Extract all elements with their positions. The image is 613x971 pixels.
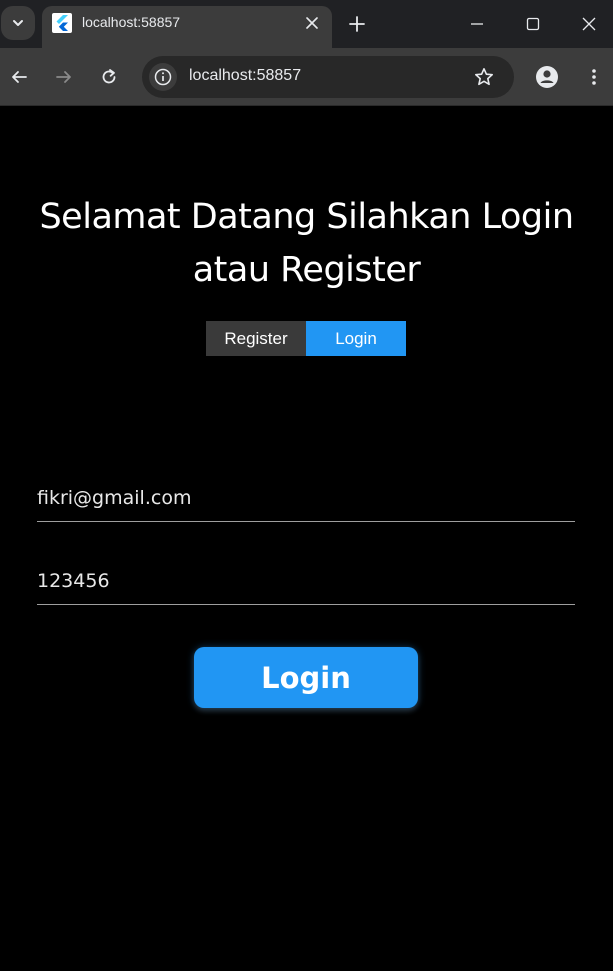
tab-strip: localhost:58857 [0,0,613,48]
browser-tab[interactable]: localhost:58857 [42,6,332,48]
tab-search-button[interactable] [1,6,35,40]
arrow-right-icon [55,68,73,86]
new-tab-button[interactable] [343,10,371,38]
password-field-container [37,563,575,605]
login-page: Selamat Datang Silahkan Login atau Regis… [0,107,613,971]
more-vertical-icon [591,68,597,86]
password-field[interactable] [37,563,575,599]
flutter-icon [52,13,72,33]
window-close-button[interactable] [573,8,605,40]
page-title: Selamat Datang Silahkan Login atau Regis… [39,197,574,290]
plus-icon [349,16,365,32]
chevron-down-icon [11,16,25,30]
forward-button[interactable] [48,61,80,93]
browser-toolbar: localhost:58857 [0,48,613,106]
close-tab-icon[interactable] [300,11,324,35]
email-field[interactable] [37,480,575,516]
email-field-container [37,480,575,522]
address-bar[interactable]: localhost:58857 [142,56,514,98]
close-icon [582,17,596,31]
register-toggle-button[interactable]: Register [206,321,306,356]
tab-title: localhost:58857 [82,14,181,30]
reload-button[interactable] [93,61,125,93]
profile-button[interactable] [531,61,563,93]
login-button[interactable]: Login [194,647,418,708]
reload-icon [100,68,118,86]
bookmark-star-icon[interactable] [470,63,498,91]
minimize-button[interactable] [461,8,493,40]
login-toggle-button[interactable]: Login [306,321,406,356]
auth-mode-toggle: Register Login [206,321,406,356]
arrow-left-icon [10,68,28,86]
url-text: localhost:58857 [189,67,302,84]
maximize-button[interactable] [517,8,549,40]
back-button[interactable] [3,61,35,93]
info-icon[interactable] [149,63,177,91]
minimize-icon [470,17,484,31]
menu-button[interactable] [578,61,610,93]
maximize-icon [526,17,540,31]
profile-avatar-icon [535,65,559,89]
